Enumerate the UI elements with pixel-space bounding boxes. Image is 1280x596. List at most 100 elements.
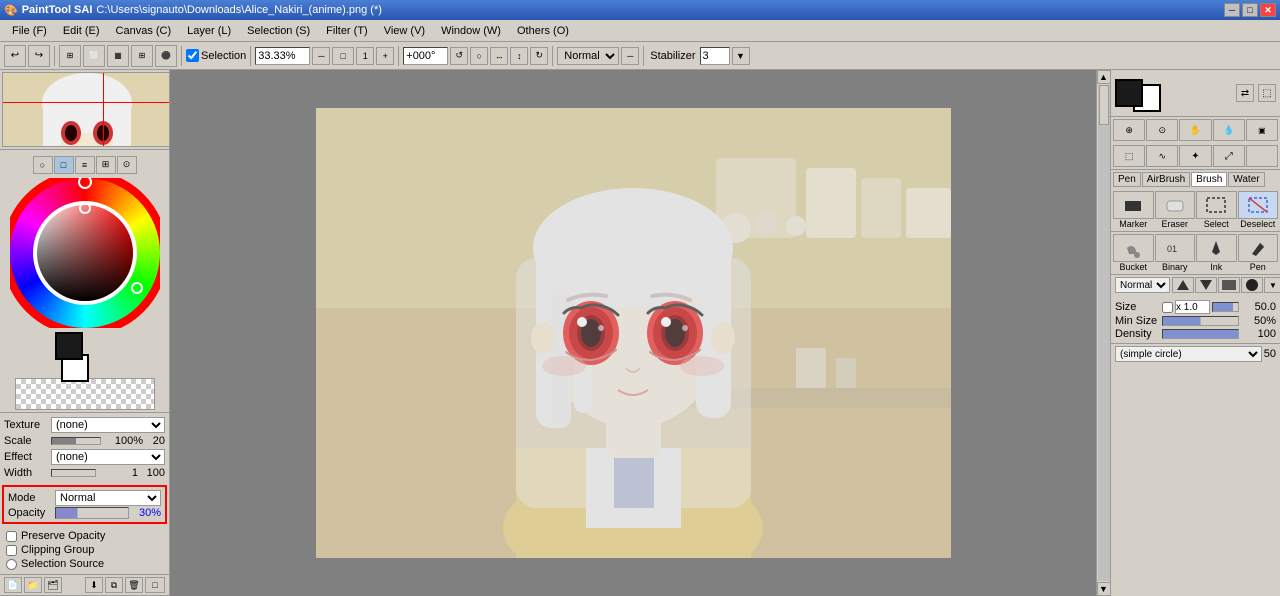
preset-select[interactable]: [1196, 191, 1237, 219]
preset-marker[interactable]: [1113, 191, 1154, 219]
color-mode-button[interactable]: ⚫: [155, 45, 177, 67]
shape-up-button[interactable]: [1172, 277, 1194, 293]
bucket-tool[interactable]: [1113, 234, 1154, 262]
binary-tool[interactable]: 01: [1155, 234, 1196, 262]
zoom-input[interactable]: [255, 47, 310, 65]
layer-merge-down[interactable]: ⬇: [85, 577, 103, 593]
foreground-color[interactable]: [55, 332, 83, 360]
rotate-flip-v[interactable]: ↕: [510, 47, 528, 65]
preserve-opacity-checkbox[interactable]: [6, 531, 17, 542]
minsize-slider[interactable]: [1162, 316, 1239, 326]
extra1[interactable]: ▣: [1246, 119, 1278, 141]
shape-dropdown[interactable]: (simple circle): [1115, 346, 1262, 362]
blend-mode-dropdown[interactable]: Normal: [557, 47, 619, 65]
rotate-reset[interactable]: ○: [470, 47, 488, 65]
zoom-in-button[interactable]: +: [376, 47, 394, 65]
preset-eraser[interactable]: [1155, 191, 1196, 219]
transform-button[interactable]: ⊞: [59, 45, 81, 67]
undo-button[interactable]: ↩: [4, 45, 26, 67]
color-mode-grid[interactable]: ⊞: [96, 156, 116, 174]
menu-filter[interactable]: Filter (T): [318, 23, 376, 39]
shape-rect2-button[interactable]: [1241, 277, 1263, 293]
rotate-input[interactable]: [403, 47, 448, 65]
maximize-button[interactable]: □: [1242, 3, 1258, 17]
lasso-tool[interactable]: ∿: [1146, 145, 1178, 167]
texture-dropdown[interactable]: (none): [51, 417, 165, 433]
rotate-cw[interactable]: ↻: [530, 47, 548, 65]
tab-brush[interactable]: Brush: [1191, 172, 1227, 187]
pen-tool2[interactable]: [1238, 234, 1279, 262]
selection-source-radio[interactable]: [6, 559, 17, 570]
color-wheel-container[interactable]: [10, 178, 160, 328]
size-slider[interactable]: [1212, 302, 1239, 312]
select-none-button[interactable]: ▦: [107, 45, 129, 67]
effect-dropdown[interactable]: (none): [51, 449, 165, 465]
layer-copy[interactable]: ⧉: [105, 577, 123, 593]
ink-tool[interactable]: [1196, 234, 1237, 262]
layer-delete[interactable]: 🗑: [125, 577, 143, 593]
extra2[interactable]: [1246, 145, 1278, 167]
scroll-track[interactable]: [1098, 85, 1110, 581]
redo-button[interactable]: ↪: [28, 45, 50, 67]
zoom-fit-button[interactable]: □: [332, 47, 354, 65]
menu-canvas[interactable]: Canvas (C): [108, 23, 180, 39]
close-button[interactable]: ✕: [1260, 3, 1276, 17]
canvas-area[interactable]: [170, 70, 1096, 596]
menu-others[interactable]: Others (O): [509, 23, 577, 39]
rotate-flip-h[interactable]: ↔: [490, 47, 508, 65]
stabilizer-input[interactable]: [700, 47, 730, 65]
menu-view[interactable]: View (V): [376, 23, 433, 39]
stabilizer-settings[interactable]: ▼: [732, 47, 750, 65]
grid-button[interactable]: ⊞: [131, 45, 153, 67]
layer-options[interactable]: □: [145, 577, 165, 593]
menu-selection[interactable]: Selection (S): [239, 23, 318, 39]
select-all-button[interactable]: ⬜: [83, 45, 105, 67]
wand-tool[interactable]: ✦: [1179, 145, 1211, 167]
shape-down-button[interactable]: [1195, 277, 1217, 293]
color-mode-circle2[interactable]: ⊙: [117, 156, 137, 174]
mode-dropdown[interactable]: Normal: [55, 490, 161, 506]
navigator-thumbnail[interactable]: [2, 72, 170, 147]
opacity-slider[interactable]: [55, 507, 129, 519]
new-folder-button[interactable]: 🗂: [44, 577, 62, 593]
brush-mode-dropdown[interactable]: Normal: [1115, 277, 1170, 293]
tab-airbrush[interactable]: AirBrush: [1142, 172, 1190, 187]
menu-layer[interactable]: Layer (L): [179, 23, 239, 39]
menu-edit[interactable]: Edit (E): [55, 23, 108, 39]
color-mode-circle[interactable]: ○: [33, 156, 53, 174]
new-layer-set[interactable]: 📁: [24, 577, 42, 593]
fg-swatch-right[interactable]: [1115, 79, 1143, 107]
brush-settings-button[interactable]: ▼: [1264, 277, 1280, 293]
size-multiplier-input[interactable]: [1175, 300, 1210, 314]
canvas-image[interactable]: [316, 108, 951, 558]
scroll-up-button[interactable]: ▲: [1097, 70, 1111, 84]
select-rect-tool[interactable]: ⬚: [1113, 145, 1145, 167]
tab-water[interactable]: Water: [1228, 172, 1264, 187]
titlebar-controls[interactable]: ─ □ ✕: [1224, 3, 1276, 17]
new-layer-button[interactable]: 📄: [4, 577, 22, 593]
size-checkbox[interactable]: [1162, 302, 1173, 313]
swap-colors-button[interactable]: ⇄: [1236, 84, 1254, 102]
zoom-100-button[interactable]: 1: [356, 47, 374, 65]
menu-window[interactable]: Window (W): [433, 23, 509, 39]
density-slider[interactable]: [1162, 329, 1239, 339]
zoom-tool[interactable]: ⊙: [1146, 119, 1178, 141]
scroll-thumb[interactable]: [1099, 85, 1109, 125]
tab-pen[interactable]: Pen: [1113, 172, 1141, 187]
rotate-ccw[interactable]: ↺: [450, 47, 468, 65]
reset-colors-button[interactable]: ⬚: [1258, 84, 1276, 102]
blend-mode-prev[interactable]: ─: [621, 47, 639, 65]
scale-slider[interactable]: [51, 437, 101, 445]
minimize-button[interactable]: ─: [1224, 3, 1240, 17]
clipping-group-checkbox[interactable]: [6, 545, 17, 556]
color-mode-lines[interactable]: ≡: [75, 156, 95, 174]
width-slider[interactable]: [51, 469, 96, 477]
zoom-out-button[interactable]: ─: [312, 47, 330, 65]
hand-tool[interactable]: ✋: [1179, 119, 1211, 141]
transform-tool[interactable]: ⤢: [1213, 145, 1245, 167]
vertical-scrollbar[interactable]: ▲ ▼: [1096, 70, 1110, 596]
scroll-down-button[interactable]: ▼: [1097, 582, 1111, 596]
move-tool[interactable]: ⊕: [1113, 119, 1145, 141]
selection-checkbox[interactable]: [186, 49, 199, 62]
color-mode-square[interactable]: □: [54, 156, 74, 174]
